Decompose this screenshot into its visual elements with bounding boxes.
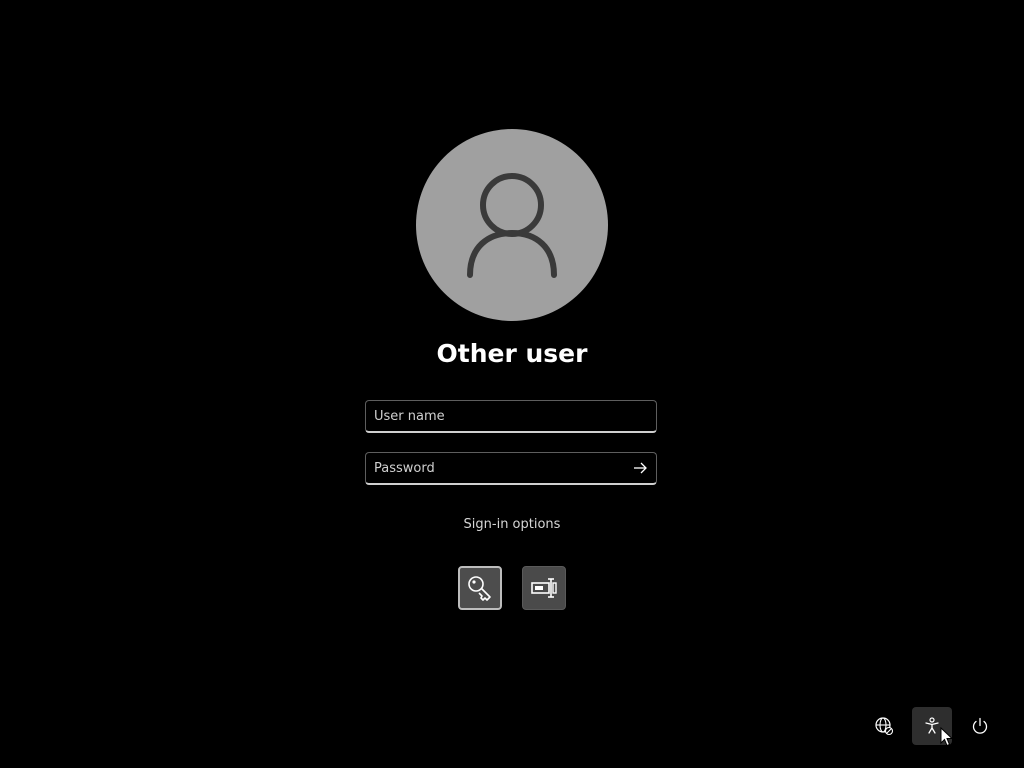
password-field-icon <box>531 578 557 598</box>
network-button[interactable] <box>864 707 904 745</box>
power-button[interactable] <box>960 707 1000 745</box>
power-icon <box>972 717 988 734</box>
mouse-cursor-icon <box>940 727 954 747</box>
password-input[interactable] <box>366 453 656 483</box>
lock-screen: Other user Sign-in options <box>0 0 1024 768</box>
person-icon <box>467 173 557 278</box>
security-key-sign-in-option-button[interactable] <box>522 566 566 610</box>
network-icon <box>875 717 894 736</box>
account-name: Other user <box>436 339 588 368</box>
arrow-right-icon[interactable] <box>630 459 650 477</box>
accessibility-icon <box>925 717 939 734</box>
password-field[interactable] <box>365 452 657 485</box>
sign-in-options-link[interactable]: Sign-in options <box>412 515 612 535</box>
key-icon <box>468 576 491 601</box>
username-field[interactable] <box>365 400 657 433</box>
avatar <box>416 129 608 321</box>
password-sign-in-option-button[interactable] <box>458 566 502 610</box>
username-input[interactable] <box>366 401 656 431</box>
